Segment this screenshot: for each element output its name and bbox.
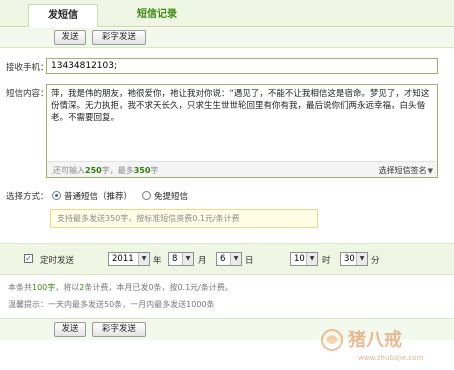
recipient-phone-input[interactable]: 13434812103;: [46, 58, 438, 74]
month-select[interactable]: 8 ▼: [168, 252, 194, 266]
tab-bar: 发短信 短信记录: [0, 0, 454, 27]
watermark-logo-shape: [326, 335, 338, 344]
billing-notice: 支持最多发送350字，按标准短信资费0.1元/条计费: [50, 209, 318, 228]
chevron-down-icon: ▼: [356, 253, 367, 265]
hour-select[interactable]: 10 ▼: [290, 252, 318, 266]
scheduled-send-checkbox[interactable]: ✓: [24, 254, 33, 263]
hour-unit: 时: [322, 256, 331, 266]
year-unit: 年: [153, 256, 162, 266]
chevron-down-icon: ▼: [138, 253, 149, 265]
mode-label: 选择方式：: [6, 192, 49, 202]
top-toolbar: 发送 彩字发送: [0, 28, 454, 48]
day-select[interactable]: 6 ▼: [216, 252, 242, 266]
day-unit: 日: [245, 256, 254, 266]
send-button-bottom[interactable]: 发送: [54, 322, 86, 337]
signature-dropdown[interactable]: 选择短信签名▼: [379, 165, 433, 176]
watermark-url: www.zhubajie.com: [358, 354, 424, 362]
message-footer: 还可输入250字，最多350字 选择短信签名▼: [47, 161, 437, 177]
sending-limit-tip: 温馨提示：一天内最多发送50条，一月内最多发送1000条: [8, 300, 215, 309]
chevron-down-icon: ▼: [182, 253, 193, 265]
chevron-down-icon: ▼: [427, 167, 433, 175]
year-select[interactable]: 2011 ▼: [108, 252, 150, 266]
chevron-down-icon: ▼: [306, 253, 317, 265]
month-unit: 月: [198, 256, 207, 266]
recipient-label: 接收手机：: [6, 63, 49, 73]
char-counter: 还可输入250字，最多350字: [53, 166, 159, 175]
message-label: 短信内容：: [6, 89, 49, 99]
colorful-send-button[interactable]: 彩字发送: [92, 30, 146, 45]
send-button[interactable]: 发送: [54, 30, 86, 45]
minute-select[interactable]: 30 ▼: [340, 252, 368, 266]
free-sms-label[interactable]: 免提短信: [154, 190, 188, 202]
message-text: 萍，我是伟的朋友，祂很爱你，祂让我对你说：“遇见了，不能不让我相信这是宿命。梦见…: [51, 89, 430, 123]
scheduled-send-label[interactable]: 定时发送: [40, 254, 74, 266]
tab-send-sms[interactable]: 发短信: [28, 4, 98, 27]
zhubajie-watermark: 猪八戒 www.zhubajie.com: [321, 329, 424, 362]
max-count: 350: [133, 166, 151, 175]
normal-sms-label[interactable]: 普通短信（推荐）: [64, 190, 132, 202]
message-textarea[interactable]: 萍，我是伟的朋友，祂很爱你，祂让我对你说：“遇见了，不能不让我相信这是宿命。梦见…: [46, 84, 438, 178]
colorful-send-button-bottom[interactable]: 彩字发送: [92, 322, 146, 337]
chevron-down-icon: ▼: [230, 253, 241, 265]
free-sms-radio[interactable]: [142, 191, 151, 200]
normal-sms-radio[interactable]: [52, 191, 61, 200]
billing-summary: 本条共100字，将以2条计费，本月已发0条，按0.1元/条计费。: [8, 283, 233, 292]
tab-sms-records[interactable]: 短信记录: [120, 4, 194, 27]
watermark-text: 猪八戒: [347, 329, 402, 351]
remaining-count: 250: [85, 166, 102, 175]
scheduled-send-bar: ✓ 定时发送 2011 ▼ 年 8 ▼ 月 6 ▼ 日 10 ▼ 时 30 ▼ 分: [0, 243, 454, 275]
minute-unit: 分: [371, 256, 380, 266]
